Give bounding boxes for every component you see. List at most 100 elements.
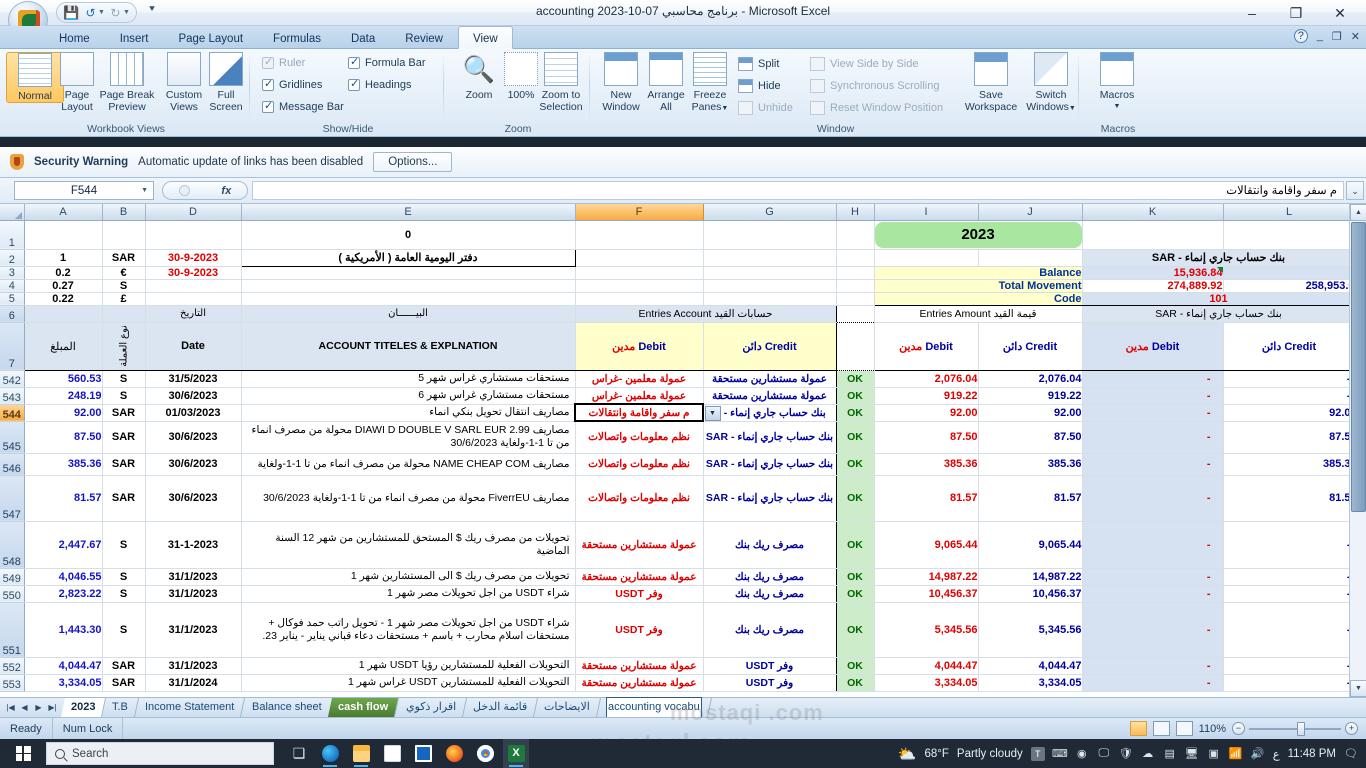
cell-E553[interactable]: التحويلات الفعلية للمستشارين USDT غراس ش… [241, 674, 576, 692]
cell-D1[interactable] [145, 220, 242, 250]
sheet-tab-اقرار-ذكوي[interactable]: اقرار ذكوي [395, 698, 467, 717]
cell-D6-date-header-ar[interactable]: التاريخ [145, 304, 242, 323]
cell-L548[interactable]: - [1223, 521, 1356, 569]
cell-K549[interactable]: - [1081, 568, 1224, 586]
cell-A548[interactable]: 2,447.67 [23, 521, 103, 569]
cell-K552[interactable]: - [1081, 657, 1224, 675]
cell-G3[interactable] [703, 266, 837, 280]
cell-J544[interactable]: 92.00 [978, 404, 1083, 422]
cell-E542[interactable]: مستحقات مستشاري غراس شهر 5 [241, 370, 576, 388]
scroll-up-arrow-icon[interactable]: ▲ [1350, 204, 1366, 221]
cell-J543[interactable]: 919.22 [978, 387, 1083, 405]
cell-I551[interactable]: 5,345.56 [873, 602, 979, 658]
row-header-546[interactable]: 546 [0, 453, 25, 476]
cell-G4[interactable] [703, 279, 837, 293]
cell-H5[interactable] [836, 292, 875, 306]
cell-I548[interactable]: 9,065.44 [873, 521, 979, 569]
cell-B547[interactable]: SAR [102, 475, 146, 522]
cell-I3-balance-label[interactable]: Balance [874, 265, 1083, 280]
btn-macros[interactable]: Macros ▼ [1088, 52, 1146, 113]
cell-F543[interactable]: عمولة معلمين -غراس [574, 387, 704, 405]
cell-L552[interactable]: - [1223, 657, 1356, 675]
mail-icon[interactable] [410, 739, 436, 768]
select-all-corner[interactable] [0, 204, 25, 221]
btn-freeze-panes[interactable]: Freeze Panes▼ [686, 52, 734, 115]
vertical-scroll-thumb[interactable] [1351, 222, 1366, 512]
formula-input[interactable]: م سفر واقامة وانتقالات [252, 181, 1344, 200]
cell-F551[interactable]: وفر USDT [574, 602, 704, 658]
cell-F6-entries-account-group[interactable]: Entries Account حسابات القيد [574, 304, 837, 323]
language-indicator[interactable]: ع [1273, 747, 1280, 761]
cell-L553[interactable]: - [1223, 674, 1356, 692]
cell-H3[interactable] [836, 266, 875, 280]
cell-H550[interactable]: OK [836, 585, 875, 603]
checkbox-ruler[interactable]: Ruler [262, 55, 305, 69]
cell-D551[interactable]: 31/1/2023 [145, 602, 242, 658]
cell-B3[interactable]: € [102, 266, 146, 280]
microsoft-store-icon[interactable] [379, 739, 405, 768]
next-sheet-icon[interactable]: ▶ [32, 703, 45, 712]
cell-I2[interactable] [874, 249, 979, 267]
cell-A550[interactable]: 2,823.22 [23, 585, 103, 603]
cell-B546[interactable]: SAR [102, 453, 146, 476]
cell-A549[interactable]: 4,046.55 [23, 568, 103, 586]
cell-I547[interactable]: 81.57 [873, 475, 979, 522]
cell-H6[interactable] [836, 304, 875, 323]
cell-G544[interactable]: بنك حساب جاري إنماء - R▼ [703, 404, 837, 422]
cell-B543[interactable]: S [102, 387, 146, 405]
cell-F2[interactable] [575, 249, 704, 267]
cell-B552[interactable]: SAR [102, 657, 146, 675]
cell-J545[interactable]: 87.50 [978, 421, 1083, 454]
btn-full-screen[interactable]: Full Screen [204, 52, 248, 113]
cell-F546[interactable]: نظم معلومات واتصالات [574, 453, 704, 476]
cell-A544[interactable]: 92.00 [23, 404, 103, 422]
close-button[interactable]: ✕ [1318, 0, 1362, 26]
column-header-A[interactable]: A [24, 204, 103, 221]
cloud-error-icon[interactable]: ☁ [1141, 747, 1155, 761]
cell-L543[interactable]: - [1223, 387, 1356, 405]
display-icon[interactable]: 🖵 [1097, 747, 1111, 761]
cell-E546[interactable]: مصاريف NAME CHEAP COM محولة من مصرف انما… [241, 453, 576, 476]
cell-D546[interactable]: 30/6/2023 [145, 453, 242, 476]
start-button[interactable] [0, 739, 46, 768]
cell-H549[interactable]: OK [836, 568, 875, 586]
row-header-547[interactable]: 547 [0, 475, 25, 522]
cell-E548[interactable]: تحويلات من مصرف ريك $ المستحق للمستشارين… [241, 521, 576, 569]
cell-I552[interactable]: 4,044.47 [873, 657, 979, 675]
taskbar-search[interactable]: Search [46, 742, 274, 765]
cell-F552[interactable]: عمولة مستشارين مستحقة [574, 657, 704, 675]
cell-F544[interactable]: م سفر واقامة وانتقالات [574, 403, 704, 422]
cell-L542[interactable]: - [1223, 370, 1356, 388]
cell-K4-total-movement-value[interactable]: 274,889.92 [1081, 279, 1224, 293]
cell-D550[interactable]: 31/1/2023 [145, 585, 242, 603]
cell-E549[interactable]: تحويلات من مصرف ريك $ الى المستشارين شهر… [241, 568, 576, 586]
cell-B542[interactable]: S [102, 370, 146, 388]
cell-H4[interactable] [836, 279, 875, 293]
cell-J2[interactable] [978, 249, 1083, 267]
cell-B553[interactable]: SAR [102, 674, 146, 692]
cell-I5-code-label[interactable]: Code [874, 292, 1083, 306]
btn-split[interactable]: Split [738, 57, 779, 71]
cell-A546[interactable]: 385.36 [23, 453, 103, 476]
cell-K547[interactable]: - [1081, 475, 1224, 522]
row-header-550[interactable]: 550 [0, 585, 25, 603]
cell-I549[interactable]: 14,987.22 [873, 568, 979, 586]
row-header-553[interactable]: 553 [0, 674, 25, 692]
cell-H543[interactable]: OK [836, 387, 875, 405]
cell-G545[interactable]: بنك حساب جاري إنماء - SAR [703, 421, 837, 454]
chrome-icon[interactable] [472, 739, 498, 768]
volume-icon[interactable]: 🔊 [1251, 747, 1265, 761]
cell-A545[interactable]: 87.50 [23, 421, 103, 454]
security-shield-icon[interactable]: 🛡 [1119, 747, 1133, 761]
row-header-7[interactable]: 7 [0, 322, 25, 371]
vertical-scrollbar[interactable]: ▲ ▼ [1349, 204, 1366, 697]
restore-button[interactable]: ❐ [1274, 0, 1318, 26]
sheet-tab-قائمة-الدخل[interactable]: قائمة الدخل [462, 698, 539, 717]
cell-D543[interactable]: 30/6/2023 [145, 387, 242, 405]
cell-K553[interactable]: - [1081, 674, 1224, 692]
cell-D553[interactable]: 31/1/2024 [145, 674, 242, 692]
cell-E5[interactable] [241, 292, 576, 306]
cell-F3[interactable] [575, 266, 704, 280]
cell-D549[interactable]: 31/1/2023 [145, 568, 242, 586]
cell-K7-debit-header[interactable]: مدين Debit [1081, 322, 1224, 371]
